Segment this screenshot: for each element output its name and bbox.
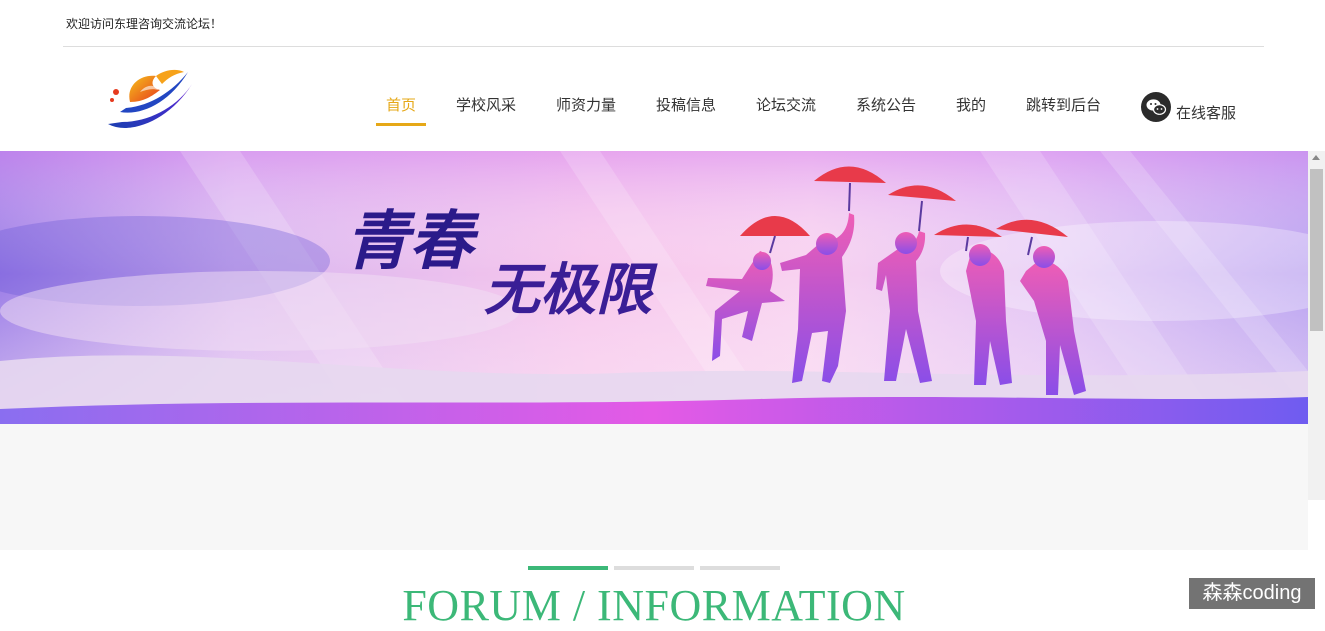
banner-title-2: 无极限	[484, 257, 658, 323]
nav-item-label: 学校风采	[456, 97, 517, 114]
nav-item-submission[interactable]: 投稿信息	[656, 96, 716, 126]
top-bar: 欢迎访问东理咨询交流论坛！	[0, 0, 1325, 47]
nav-item-announcements[interactable]: 系统公告	[856, 96, 916, 126]
scrollbar-thumb[interactable]	[1310, 169, 1323, 331]
nav-item-faculty[interactable]: 师资力量	[556, 96, 616, 126]
nav-item-forum[interactable]: 论坛交流	[756, 96, 816, 126]
nav-item-label: 师资力量	[556, 97, 617, 114]
welcome-text: 欢迎访问东理咨询交流论坛！	[66, 17, 223, 31]
top-divider	[63, 46, 1264, 47]
hero-banner: 青春 无极限	[0, 151, 1308, 424]
service-label: 在线客服	[1176, 105, 1237, 122]
nav-item-mine[interactable]: 我的	[956, 96, 986, 126]
scroll-up-icon[interactable]	[1312, 155, 1320, 160]
nav-item-label: 跳转到后台	[1026, 97, 1102, 114]
wechat-icon	[1141, 92, 1171, 122]
nav-item-label: 系统公告	[856, 97, 917, 114]
banner-title-1: 青春	[345, 204, 480, 279]
section-heading: FORUM / INFORMATION	[402, 581, 906, 630]
nav-item-label: 首页	[385, 97, 416, 114]
divider-bar	[614, 566, 694, 570]
watermark: 森森coding	[1189, 578, 1315, 609]
active-indicator	[376, 123, 426, 126]
nav-item-label: 论坛交流	[756, 97, 817, 114]
divider-bar	[700, 566, 780, 570]
nav-item-school-style[interactable]: 学校风采	[456, 96, 516, 126]
nav-item-admin[interactable]: 跳转到后台	[1026, 96, 1101, 126]
nav-item-label: 投稿信息	[656, 97, 717, 114]
nav-item-label: 我的	[956, 97, 987, 114]
content-placeholder	[0, 424, 1308, 550]
page-scrollbar[interactable]	[1308, 151, 1325, 500]
section-divider-bars	[0, 566, 1325, 571]
divider-bar-active	[528, 566, 608, 570]
main-nav: 首页 学校风采 师资力量 投稿信息 论坛交流 系统公告 我的 跳转到后台	[0, 96, 1325, 126]
nav-item-home[interactable]: 首页	[376, 96, 426, 126]
